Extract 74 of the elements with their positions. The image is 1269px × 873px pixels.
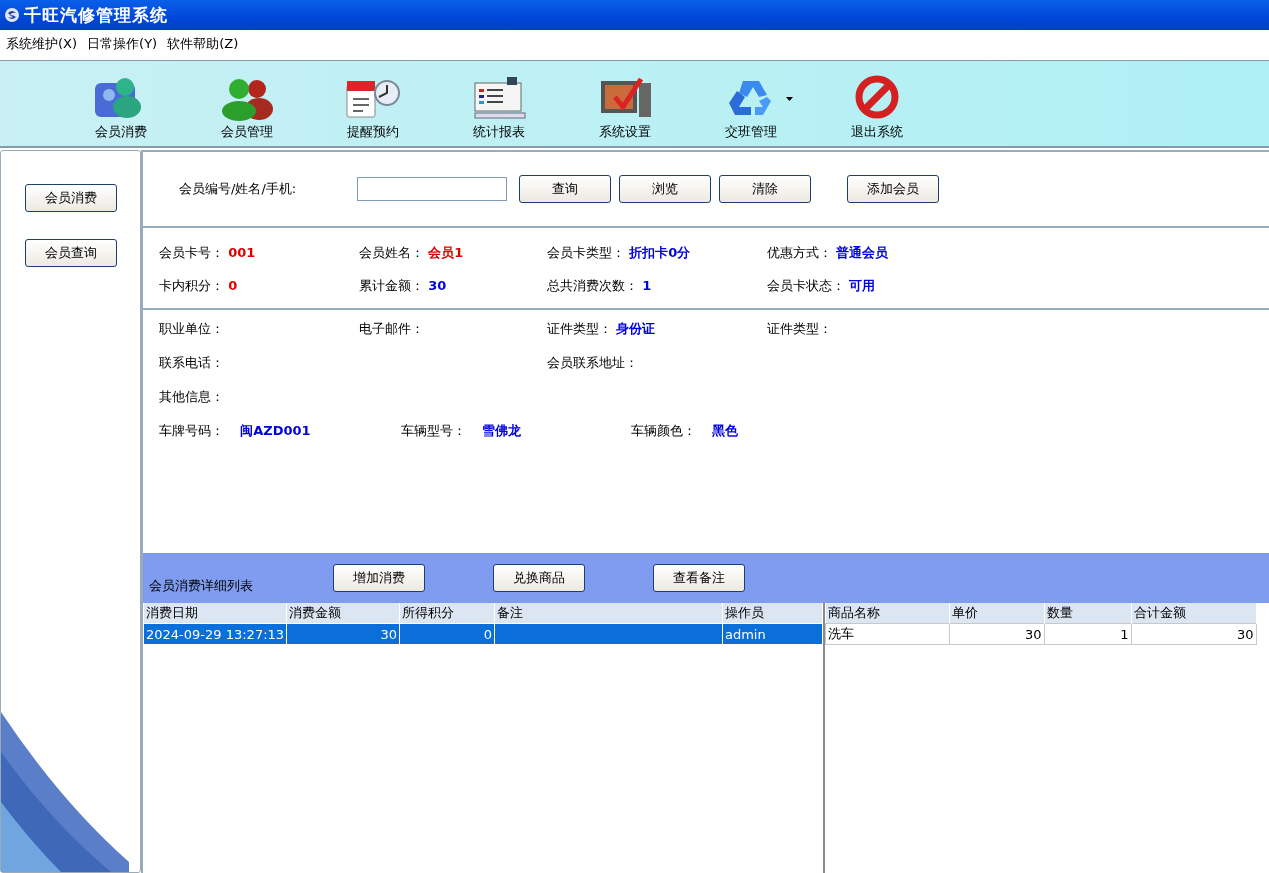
field-value: 1 <box>642 277 652 293</box>
records-button[interactable]: 兑换商品 <box>493 564 585 592</box>
toolbar-button[interactable]: 统计报表 <box>436 73 562 146</box>
toolbar-button[interactable]: 系统设置 <box>562 73 688 146</box>
records-button[interactable]: 增加消费 <box>333 564 425 592</box>
column-header[interactable]: 单价 <box>949 603 1044 624</box>
table-cell: admin <box>725 626 766 642</box>
toolbar-button[interactable]: 会员消费 <box>58 73 184 146</box>
field-label: 证件类型： <box>547 321 612 336</box>
column-header[interactable]: 备注 <box>494 603 723 624</box>
table-cell: 30 <box>1236 626 1254 642</box>
table-cell: 2024-09-29 13:27:13 <box>146 626 285 642</box>
logo-icon <box>4 7 20 23</box>
search-button[interactable]: 浏览 <box>619 175 711 203</box>
field-label: 卡内积分： <box>159 277 224 293</box>
table-cell: 洗车 <box>828 626 854 641</box>
field-label: 会员卡号： <box>159 244 224 260</box>
field-value: 001 <box>228 244 256 260</box>
window-title: 千旺汽修管理系统 <box>24 3 168 27</box>
toolbar-button[interactable]: 退出系统 <box>814 73 940 146</box>
menu-item[interactable]: 日常操作(Y) <box>87 35 158 53</box>
field-label: 总共消费次数： <box>547 277 638 293</box>
toolbar-button[interactable]: 提醒预约 <box>310 73 436 146</box>
field-label: 累计金额： <box>359 277 424 293</box>
field-label: 车牌号码： <box>159 423 224 438</box>
field-label: 其他信息： <box>159 389 224 404</box>
table-cell: 1 <box>1120 626 1129 642</box>
column-header[interactable]: 数量 <box>1044 603 1131 624</box>
field-label: 证件类型： <box>767 321 832 336</box>
field-label: 电子邮件： <box>359 321 424 336</box>
field-label: 会员卡状态： <box>767 277 845 293</box>
sidebar-button[interactable]: 会员消费 <box>24 184 117 212</box>
field-label: 联系电话： <box>159 355 224 370</box>
search-field[interactable] <box>357 177 507 201</box>
field-value: 30 <box>428 277 447 293</box>
add-member-button[interactable]: 添加会员 <box>847 175 939 203</box>
toolbar-button[interactable]: 会员管理 <box>184 73 310 146</box>
field-value: 闽AZD001 <box>240 423 311 438</box>
table-row[interactable]: 2024-09-29 13:27:13 30 0 admin <box>143 623 823 645</box>
field-value: 会员1 <box>428 244 464 260</box>
column-header[interactable]: 消费日期 <box>143 603 287 624</box>
menu-item[interactable]: 系统维护(X) <box>6 35 78 53</box>
field-value: 普通会员 <box>836 244 889 260</box>
field-label: 车辆型号： <box>401 423 466 438</box>
field-label: 会员姓名： <box>359 244 424 260</box>
field-value: 黑色 <box>712 423 739 438</box>
sidebar-button[interactable]: 会员查询 <box>24 239 117 267</box>
column-header[interactable]: 合计金额 <box>1131 603 1256 624</box>
field-label: 优惠方式： <box>767 244 832 260</box>
menu-item[interactable]: 软件帮助(Z) <box>167 35 239 53</box>
field-value: 折扣卡0分 <box>629 244 691 260</box>
field-value: 可用 <box>849 277 876 293</box>
field-label: 会员卡类型： <box>547 244 625 260</box>
field-value: 身份证 <box>616 321 656 336</box>
search-button[interactable]: 查询 <box>519 175 611 203</box>
column-header[interactable]: 商品名称 <box>825 603 949 624</box>
table-cell: 30 <box>1024 626 1042 642</box>
table-cell: 0 <box>483 626 493 642</box>
column-header[interactable]: 所得积分 <box>399 603 495 624</box>
search-button[interactable]: 清除 <box>719 175 811 203</box>
field-label: 车辆颜色： <box>631 423 696 438</box>
field-value: 雪佛龙 <box>482 423 522 438</box>
table-cell: 30 <box>380 626 398 642</box>
records-title: 会员消费详细列表 <box>149 577 254 595</box>
column-header[interactable]: 消费金额 <box>286 603 400 624</box>
search-label: 会员编号/姓名/手机: <box>179 180 298 198</box>
records-button[interactable]: 查看备注 <box>653 564 745 592</box>
toolbar-button[interactable]: 交班管理 <box>688 73 814 146</box>
field-label: 会员联系地址： <box>547 355 638 370</box>
field-value: 0 <box>228 277 238 293</box>
table-row[interactable]: 洗车 30 1 30 <box>825 623 1256 645</box>
caret-icon <box>786 97 793 101</box>
field-label: 职业单位： <box>159 321 224 336</box>
column-header[interactable]: 操作员 <box>722 603 823 624</box>
